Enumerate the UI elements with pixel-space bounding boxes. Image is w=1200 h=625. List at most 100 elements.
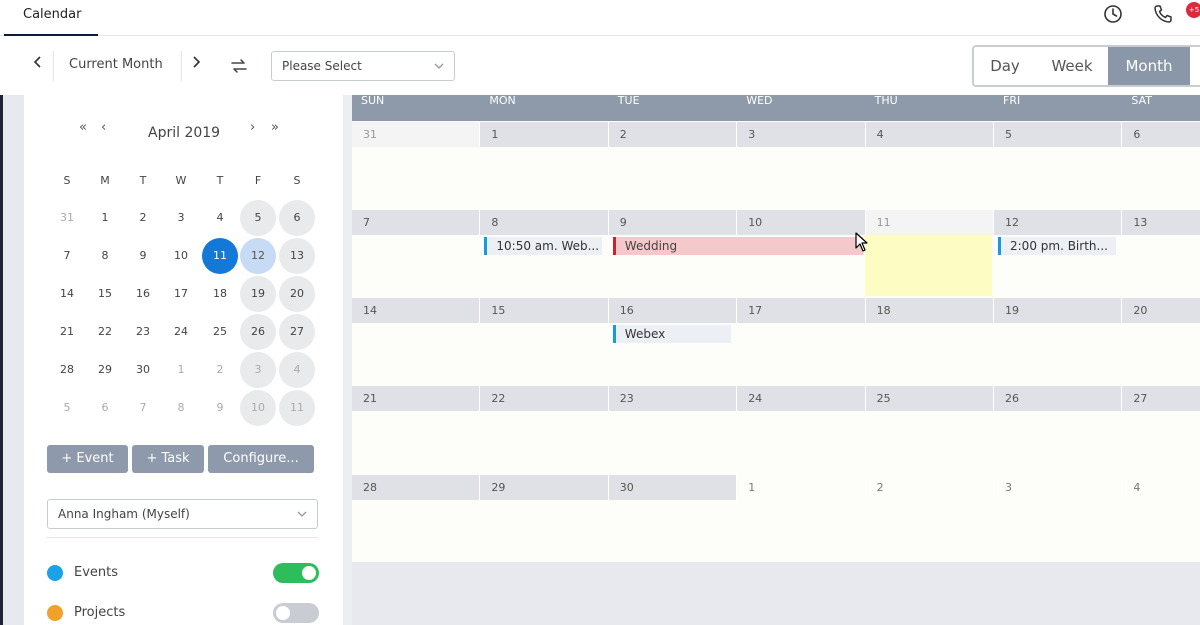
mini-day[interactable]: 3 (240, 352, 276, 388)
mini-day[interactable]: 11 (279, 390, 315, 426)
mini-day[interactable]: 6 (279, 200, 315, 236)
mini-day[interactable]: 5 (49, 390, 85, 426)
clock-icon[interactable] (1103, 4, 1123, 24)
day-cell-header[interactable]: 18 (865, 298, 994, 323)
day-cell-header[interactable]: 30 (608, 475, 738, 500)
mini-day[interactable]: 1 (163, 352, 199, 388)
view-week-button[interactable]: Week (1036, 47, 1108, 85)
day-cell-header[interactable]: 13 (1122, 210, 1200, 235)
mini-day[interactable]: 19 (240, 276, 276, 312)
mini-day[interactable]: 5 (240, 200, 276, 236)
mini-day[interactable]: 27 (279, 314, 315, 350)
add-event-button[interactable]: + Event (47, 445, 128, 473)
day-cell-header[interactable]: 27 (1122, 386, 1200, 411)
mini-day[interactable]: 23 (125, 314, 161, 350)
view-day-button[interactable]: Day (974, 47, 1036, 85)
day-cell-header[interactable]: 3 (994, 475, 1123, 500)
calendar-event[interactable]: Wedding (612, 237, 863, 255)
sync-icon[interactable] (230, 57, 248, 75)
day-cell-header[interactable]: 10 (737, 210, 866, 235)
mini-day[interactable]: 1 (87, 200, 123, 236)
mini-day[interactable]: 11 (202, 238, 238, 274)
day-cell-header[interactable]: 25 (865, 386, 994, 411)
mini-day[interactable]: 24 (163, 314, 199, 350)
user-select[interactable]: Anna Ingham (Myself) (47, 499, 318, 529)
calendar-event[interactable]: 2:00 pm. Birth... (998, 237, 1116, 255)
mini-day[interactable]: 12 (240, 238, 276, 274)
day-cell-header[interactable]: 8 (480, 210, 609, 235)
mini-day[interactable]: 18 (202, 276, 238, 312)
day-cell-header[interactable]: 23 (608, 386, 738, 411)
mini-day[interactable]: 26 (240, 314, 276, 350)
mini-day[interactable]: 22 (87, 314, 123, 350)
day-cell-header[interactable]: 4 (865, 122, 994, 147)
day-cell-header[interactable]: 6 (1122, 122, 1200, 147)
day-cell-header[interactable]: 9 (608, 210, 738, 235)
day-cell-header[interactable]: 22 (480, 386, 609, 411)
mini-day[interactable]: 6 (87, 390, 123, 426)
mini-day[interactable]: 9 (125, 238, 161, 274)
day-cell-header[interactable]: 2 (866, 475, 994, 500)
current-month-button[interactable]: Current Month (69, 57, 163, 72)
mini-day[interactable]: 8 (163, 390, 199, 426)
mini-day[interactable]: 4 (202, 200, 238, 236)
day-cell-header[interactable]: 14 (352, 298, 481, 323)
day-cell-header[interactable]: 5 (994, 122, 1123, 147)
tab-calendar[interactable]: Calendar (4, 0, 98, 36)
mini-prev-button[interactable]: ‹ (101, 120, 106, 135)
day-cell-header[interactable]: 2 (608, 122, 738, 147)
mini-day[interactable]: 20 (279, 276, 315, 312)
day-cell-header[interactable]: 31 (352, 122, 481, 147)
day-cell-header[interactable]: 29 (480, 475, 609, 500)
projects-toggle[interactable] (273, 603, 319, 623)
mini-day[interactable]: 2 (202, 352, 238, 388)
mini-day[interactable]: 16 (125, 276, 161, 312)
mini-day[interactable]: 2 (125, 200, 161, 236)
day-cell-header[interactable]: 16 (608, 298, 738, 323)
mini-day[interactable]: 9 (202, 390, 238, 426)
day-cell-header[interactable]: 20 (1122, 298, 1200, 323)
events-toggle[interactable] (273, 563, 319, 583)
mini-day[interactable]: 7 (49, 238, 85, 274)
mini-day[interactable]: 7 (125, 390, 161, 426)
next-month-button[interactable] (186, 54, 206, 78)
day-cell-header[interactable]: 12 (994, 210, 1123, 235)
calendar-event[interactable]: 10:50 am. Web... (484, 237, 603, 255)
day-cell-header[interactable]: 7 (352, 210, 481, 235)
add-task-button[interactable]: + Task (132, 445, 204, 473)
day-cell-header[interactable]: 4 (1122, 475, 1200, 500)
mini-last-button[interactable]: » (271, 120, 279, 135)
mini-day[interactable]: 10 (163, 238, 199, 274)
day-cell-header[interactable]: 15 (480, 298, 609, 323)
mini-day[interactable]: 3 (163, 200, 199, 236)
calendar-filter-select[interactable]: Please Select (271, 51, 455, 81)
mini-first-button[interactable]: « (79, 120, 87, 135)
mini-next-button[interactable]: › (250, 120, 255, 135)
day-cell-header[interactable]: 21 (352, 386, 481, 411)
prev-month-button[interactable] (28, 54, 48, 78)
mini-day[interactable]: 13 (279, 238, 315, 274)
day-cell-header[interactable]: 17 (737, 298, 866, 323)
day-cell-header[interactable]: 1 (480, 122, 609, 147)
mini-day[interactable]: 25 (202, 314, 238, 350)
mini-day[interactable]: 29 (87, 352, 123, 388)
day-cell-header[interactable]: 1 (737, 475, 866, 500)
mini-day[interactable]: 21 (49, 314, 85, 350)
mini-day[interactable]: 15 (87, 276, 123, 312)
day-cell-header[interactable]: 11 (865, 210, 994, 235)
day-cell-header[interactable]: 3 (737, 122, 866, 147)
mini-day[interactable]: 10 (240, 390, 276, 426)
day-cell-header[interactable]: 24 (737, 386, 866, 411)
day-cell-header[interactable]: 26 (994, 386, 1123, 411)
mini-day[interactable]: 14 (49, 276, 85, 312)
hovered-day-cell[interactable] (865, 235, 992, 296)
mini-day[interactable]: 30 (125, 352, 161, 388)
calendar-event[interactable]: Webex (612, 325, 731, 343)
mini-day[interactable]: 4 (279, 352, 315, 388)
day-cell-header[interactable]: 28 (352, 475, 481, 500)
mini-day[interactable]: 17 (163, 276, 199, 312)
mini-day[interactable]: 31 (49, 200, 85, 236)
view-month-button[interactable]: Month (1108, 47, 1190, 85)
configure-button[interactable]: Configure... (208, 445, 314, 473)
phone-icon[interactable] (1153, 4, 1173, 24)
